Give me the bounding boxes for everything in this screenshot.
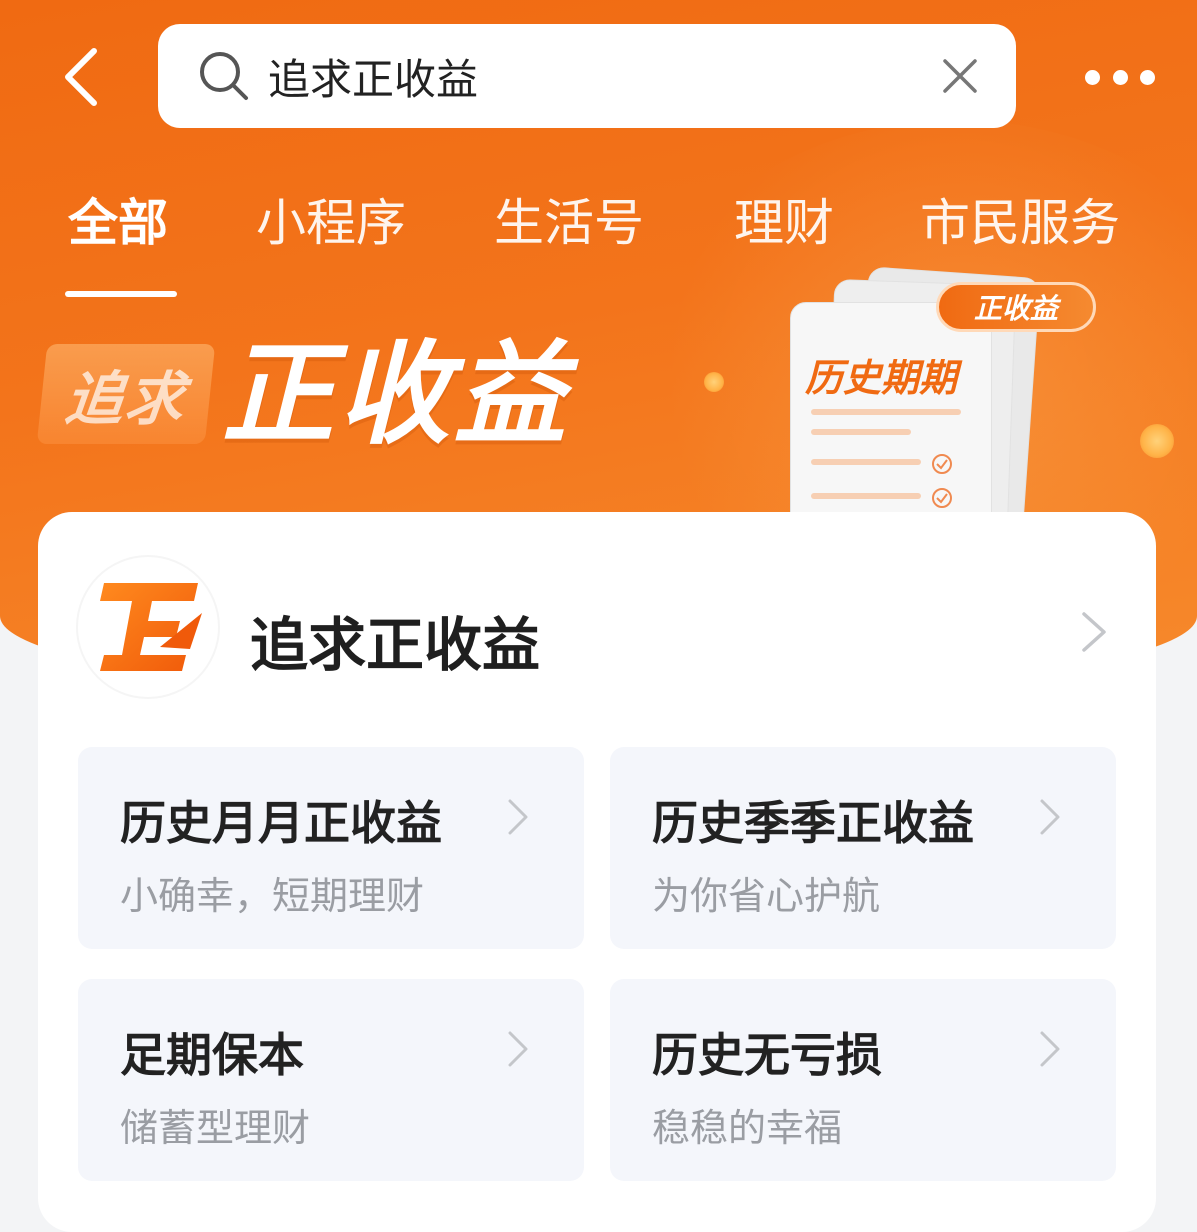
more-button[interactable] (1085, 60, 1155, 94)
tab-mini-programs[interactable]: 小程序 (256, 190, 406, 256)
document-badge: 正收益 (936, 282, 1096, 332)
back-button[interactable] (50, 42, 110, 112)
tile-subtitle: 为你省心护航 (652, 874, 881, 918)
tile-title: 历史无亏损 (652, 1028, 882, 1082)
document-line (811, 459, 921, 465)
more-dots-icon (1085, 69, 1100, 85)
banner-title: 正收益 (222, 330, 570, 460)
sparkle-icon (1140, 424, 1174, 458)
tile-subtitle: 储蓄型理财 (120, 1106, 311, 1150)
tile-quarterly-positive[interactable]: 历史季季正收益 为你省心护航 (610, 747, 1116, 949)
tile-title: 足期保本 (120, 1028, 304, 1082)
search-input[interactable] (268, 51, 868, 101)
tab-citizen-services[interactable]: 市民服务 (920, 190, 1120, 256)
document-line (811, 493, 921, 499)
chevron-right-icon (1082, 612, 1106, 652)
more-dots-icon (1112, 69, 1128, 85)
document-illustration: 历史期期 正收益 (790, 262, 1110, 544)
brand-logo (78, 557, 218, 697)
search-icon (198, 48, 254, 104)
document-sheet-front: 历史期期 (790, 302, 992, 544)
active-tab-indicator (65, 291, 177, 297)
chevron-right-icon (508, 1031, 528, 1067)
document-title: 历史期期 (805, 356, 958, 400)
more-dots-icon (1140, 69, 1155, 85)
tab-wealth[interactable]: 理财 (734, 190, 834, 256)
tab-life-accounts[interactable]: 生活号 (494, 190, 644, 256)
search-bar[interactable] (158, 24, 1016, 128)
back-arrow-icon (65, 48, 97, 106)
sparkle-icon (704, 372, 724, 392)
tile-subtitle: 小确幸，短期理财 (120, 874, 425, 918)
tile-principal-protected[interactable]: 足期保本 储蓄型理财 (78, 979, 584, 1181)
document-line (811, 409, 961, 415)
document-line (811, 429, 911, 435)
card-title: 追求正收益 (250, 611, 541, 679)
clear-search-button[interactable] (934, 50, 986, 102)
tile-subtitle: 稳稳的幸福 (652, 1106, 843, 1150)
banner-tag-text: 追求 (61, 365, 190, 433)
document-badge-text: 正收益 (973, 292, 1058, 325)
check-icon (932, 488, 952, 508)
brand-logo-icon (100, 583, 202, 671)
tile-no-loss[interactable]: 历史无亏损 稳稳的幸福 (610, 979, 1116, 1181)
tile-monthly-positive[interactable]: 历史月月正收益 小确幸，短期理财 (78, 747, 584, 949)
close-icon (943, 59, 977, 93)
banner-tag: 追求 (36, 344, 216, 444)
card-header-link[interactable]: 追求正收益 (38, 512, 1156, 747)
tile-title: 历史季季正收益 (652, 796, 974, 850)
check-icon (932, 454, 952, 474)
tab-all[interactable]: 全部 (68, 190, 168, 256)
tile-title: 历史月月正收益 (120, 796, 442, 850)
chevron-right-icon (1040, 799, 1060, 835)
chevron-right-icon (508, 799, 528, 835)
result-card: 追求正收益 历史月月正收益 小确幸，短期理财 历史季季正收益 为你省心护航 足期… (38, 512, 1156, 1232)
chevron-right-icon (1040, 1031, 1060, 1067)
